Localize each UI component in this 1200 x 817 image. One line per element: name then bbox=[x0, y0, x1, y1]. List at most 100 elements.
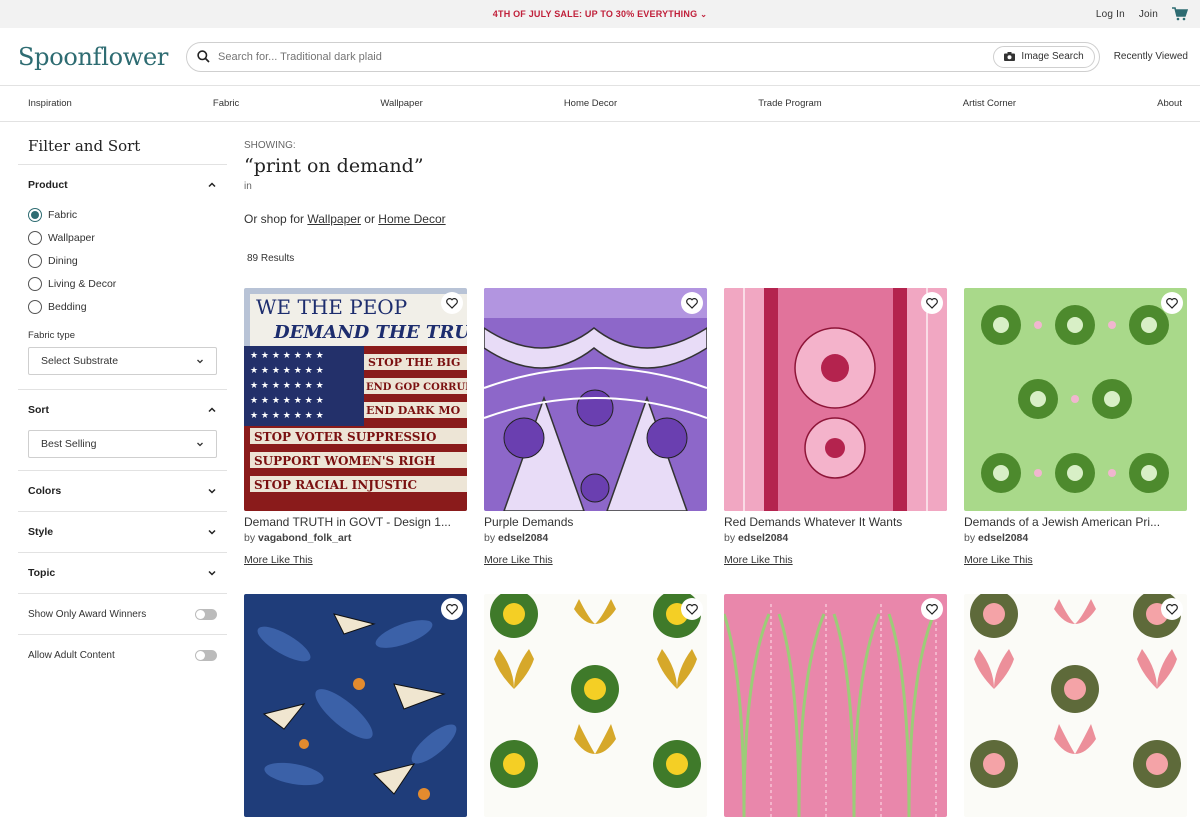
product-image[interactable] bbox=[484, 594, 707, 817]
art-text: STOP VOTER SUPPRESSIO bbox=[254, 430, 436, 444]
login-link[interactable]: Log In bbox=[1096, 9, 1125, 20]
radio[interactable] bbox=[28, 253, 42, 268]
product-card[interactable]: Demands of a Jewish American Pri... by e… bbox=[964, 288, 1187, 568]
product-card[interactable]: WE THE PEOP DEMAND THE TRUTH ★ ★ ★ ★ ★ ★… bbox=[244, 288, 467, 568]
svg-text:★ ★ ★ ★ ★ ★ ★: ★ ★ ★ ★ ★ ★ ★ bbox=[250, 351, 324, 361]
favorite-button[interactable] bbox=[681, 292, 703, 314]
chevron-down-icon[interactable]: ⌄ bbox=[700, 10, 707, 19]
nav-item-about[interactable]: About bbox=[1157, 98, 1182, 109]
product-image[interactable] bbox=[724, 594, 947, 817]
art-text: WE THE PEOP bbox=[256, 295, 407, 319]
promo-banner[interactable]: 4TH OF JULY SALE: UP TO 30% EVERYTHING ⌄… bbox=[0, 0, 1200, 28]
radio[interactable] bbox=[28, 276, 42, 291]
colors-header[interactable]: Colors bbox=[28, 471, 217, 511]
product-image[interactable] bbox=[484, 288, 707, 511]
heart-icon bbox=[686, 297, 698, 309]
artist-link[interactable]: edsel2084 bbox=[498, 532, 548, 544]
favorite-button[interactable] bbox=[921, 598, 943, 620]
favorite-button[interactable] bbox=[1161, 292, 1183, 314]
spoonflower-logo[interactable]: Spoonflower bbox=[18, 43, 168, 71]
product-card[interactable] bbox=[964, 594, 1187, 817]
search-icon[interactable] bbox=[197, 50, 210, 63]
product-option-living-decor[interactable]: Living & Decor bbox=[28, 272, 217, 295]
favorite-button[interactable] bbox=[441, 292, 463, 314]
search-input[interactable] bbox=[218, 50, 994, 63]
colors-section[interactable]: Colors bbox=[18, 471, 227, 512]
cart-icon[interactable] bbox=[1172, 7, 1188, 21]
more-like-this-link[interactable]: More Like This bbox=[244, 554, 313, 566]
substrate-value: Select Substrate bbox=[41, 355, 119, 367]
radio[interactable] bbox=[28, 299, 42, 314]
product-header[interactable]: Product bbox=[28, 165, 217, 205]
product-option-wallpaper[interactable]: Wallpaper bbox=[28, 226, 217, 249]
promo-text[interactable]: 4TH OF JULY SALE: UP TO 30% EVERYTHING bbox=[493, 9, 697, 19]
sort-header[interactable]: Sort bbox=[28, 390, 217, 430]
product-image[interactable] bbox=[244, 594, 467, 817]
nav-item-wallpaper[interactable]: Wallpaper bbox=[380, 98, 422, 109]
option-label: Wallpaper bbox=[48, 231, 95, 244]
artist-link[interactable]: edsel2084 bbox=[978, 532, 1028, 544]
pink-palm-leaf-artwork bbox=[724, 594, 947, 817]
award-toggle[interactable] bbox=[195, 608, 217, 620]
product-card[interactable] bbox=[244, 594, 467, 817]
product-card[interactable] bbox=[484, 594, 707, 817]
heart-icon bbox=[926, 603, 938, 615]
product-option-dining[interactable]: Dining bbox=[28, 249, 217, 272]
nav-item-inspiration[interactable]: Inspiration bbox=[28, 98, 72, 109]
shop-or: or bbox=[360, 212, 379, 226]
heart-icon bbox=[446, 297, 458, 309]
site-header: Spoonflower Image Search Recently Viewed bbox=[0, 28, 1200, 86]
product-image[interactable] bbox=[964, 288, 1187, 511]
product-image[interactable] bbox=[964, 594, 1187, 817]
main-nav: Inspiration Fabric Wallpaper Home Decor … bbox=[0, 86, 1200, 122]
more-like-this-link[interactable]: More Like This bbox=[724, 554, 793, 566]
product-title[interactable]: Red Demands Whatever It Wants bbox=[724, 515, 947, 529]
product-title[interactable]: Purple Demands bbox=[484, 515, 707, 529]
adult-toggle[interactable] bbox=[195, 649, 217, 661]
nav-item-artist-corner[interactable]: Artist Corner bbox=[963, 98, 1016, 109]
topic-section[interactable]: Topic bbox=[18, 553, 227, 594]
substrate-select[interactable]: Select Substrate bbox=[28, 347, 217, 375]
sort-section: Sort Best Selling bbox=[18, 390, 227, 471]
product-title[interactable]: Demand TRUTH in GOVT - Design 1... bbox=[244, 515, 467, 529]
art-text: STOP THE BIG bbox=[368, 356, 460, 369]
favorite-button[interactable] bbox=[1161, 598, 1183, 620]
nav-item-trade-program[interactable]: Trade Program bbox=[758, 98, 822, 109]
style-section[interactable]: Style bbox=[18, 512, 227, 553]
heart-icon bbox=[446, 603, 458, 615]
svg-text:★ ★ ★ ★ ★ ★ ★: ★ ★ ★ ★ ★ ★ ★ bbox=[250, 411, 324, 421]
topic-header[interactable]: Topic bbox=[28, 553, 217, 593]
product-card[interactable]: Red Demands Whatever It Wants by edsel20… bbox=[724, 288, 947, 568]
product-card[interactable]: Purple Demands by edsel2084 More Like Th… bbox=[484, 288, 707, 568]
nav-item-fabric[interactable]: Fabric bbox=[213, 98, 239, 109]
style-header[interactable]: Style bbox=[28, 512, 217, 552]
join-link[interactable]: Join bbox=[1139, 9, 1158, 20]
recently-viewed-link[interactable]: Recently Viewed bbox=[1114, 51, 1188, 62]
product-image[interactable]: WE THE PEOP DEMAND THE TRUTH ★ ★ ★ ★ ★ ★… bbox=[244, 288, 467, 511]
results-count: 89 Results bbox=[247, 253, 295, 264]
more-like-this-link[interactable]: More Like This bbox=[964, 554, 1033, 566]
product-label: Product bbox=[28, 179, 68, 191]
product-image[interactable] bbox=[724, 288, 947, 511]
product-option-bedding[interactable]: Bedding bbox=[28, 295, 217, 318]
radio-selected[interactable] bbox=[28, 207, 42, 222]
favorite-button[interactable] bbox=[681, 598, 703, 620]
image-search-button[interactable]: Image Search bbox=[993, 45, 1095, 68]
favorite-button[interactable] bbox=[441, 598, 463, 620]
favorite-button[interactable] bbox=[921, 292, 943, 314]
svg-text:★ ★ ★ ★ ★ ★ ★: ★ ★ ★ ★ ★ ★ ★ bbox=[250, 396, 324, 406]
artist-link[interactable]: edsel2084 bbox=[738, 532, 788, 544]
shop-home-decor-link[interactable]: Home Decor bbox=[378, 212, 445, 226]
award-toggle-label: Show Only Award Winners bbox=[28, 608, 147, 620]
radio[interactable] bbox=[28, 230, 42, 245]
product-title[interactable]: Demands of a Jewish American Pri... bbox=[964, 515, 1187, 529]
nav-item-home-decor[interactable]: Home Decor bbox=[564, 98, 617, 109]
more-like-this-link[interactable]: More Like This bbox=[484, 554, 553, 566]
artist-link[interactable]: vagabond_folk_art bbox=[258, 532, 351, 544]
shop-prefix: Or shop for bbox=[244, 212, 308, 226]
sort-select[interactable]: Best Selling bbox=[28, 430, 217, 458]
product-card[interactable] bbox=[724, 594, 947, 817]
product-option-fabric[interactable]: Fabric bbox=[28, 203, 217, 226]
svg-text:★ ★ ★ ★ ★ ★ ★: ★ ★ ★ ★ ★ ★ ★ bbox=[250, 366, 324, 376]
shop-wallpaper-link[interactable]: Wallpaper bbox=[307, 212, 361, 226]
